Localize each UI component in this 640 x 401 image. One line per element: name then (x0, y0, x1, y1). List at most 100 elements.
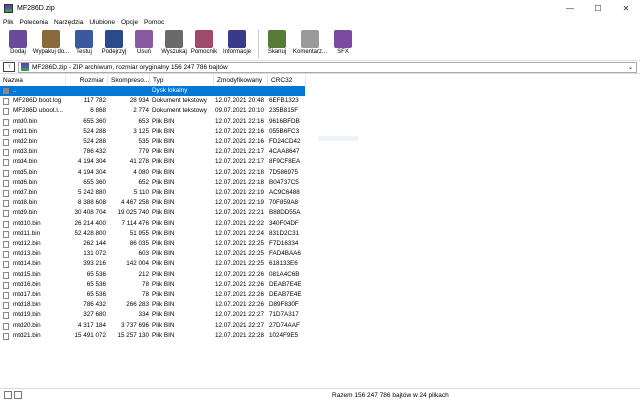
sfx-button[interactable]: SFX (328, 28, 358, 60)
file-size: 117 782 (83, 97, 106, 105)
file-type: Plik BIN (152, 219, 175, 227)
file-name: mtd11.bin (13, 229, 41, 237)
file-type: Plik BIN (152, 178, 175, 186)
maximize-button[interactable]: ☐ (584, 0, 612, 16)
file-row[interactable]: mtd21.bin 15 491 072 15 257 130 Plik BIN 12.… (0, 331, 305, 341)
delete-icon (135, 30, 153, 48)
close-button[interactable]: ✕ (612, 0, 640, 16)
file-row[interactable]: mtd17.bin 65 536 78 Plik BIN 12.07.2021 22:2… (0, 290, 305, 300)
comment-icon (301, 30, 319, 48)
file-type: Plik BIN (152, 148, 175, 156)
file-size: 6 868 (90, 107, 106, 115)
test-icon (75, 30, 93, 48)
menu-ulubione[interactable]: Ulubione (86, 19, 118, 26)
add-button[interactable]: Dodaj (3, 28, 33, 60)
file-row[interactable]: mtd14.bin 393 216 142 004 Plik BIN 12.07.202… (0, 259, 305, 269)
up-folder-button[interactable]: ↑ (3, 62, 15, 72)
column-header-size[interactable]: Rozmiar (66, 75, 108, 85)
file-row[interactable]: mtd7.bin 5 242 880 5 110 Plik BIN 12.07.2021… (0, 188, 305, 198)
file-type: Plik BIN (152, 280, 175, 288)
key-icon (14, 391, 22, 399)
file-row[interactable]: mtd12.bin 262 144 86 035 Plik BIN 12.07.2021… (0, 239, 305, 249)
file-row[interactable]: mtd8.bin 8 388 608 4 467 258 Plik BIN 12.07.… (0, 198, 305, 208)
menu-plik[interactable]: Plik (0, 19, 16, 26)
info-button[interactable]: Informacje (219, 28, 255, 60)
file-type: Plik BIN (152, 158, 175, 166)
file-row[interactable]: mtd10.bin 26 214 400 7 114 476 Plik BIN 12.0… (0, 219, 305, 229)
wizard-button[interactable]: Pomocnik (189, 28, 219, 60)
column-header-name[interactable]: Nazwa (0, 75, 66, 85)
file-row[interactable]: MF286D uboot.l... 6 868 2 774 Dokument teks… (0, 106, 305, 116)
menu-opcje[interactable]: Opcje (118, 19, 141, 26)
file-row[interactable]: MF286D boot.log 117 782 28 934 Dokument tek… (0, 96, 305, 106)
file-crc: 831D2C31 (269, 229, 300, 237)
menu-narzedzia[interactable]: Narzędzia (51, 19, 86, 26)
file-row[interactable]: mtd15.bin 65 536 212 Plik BIN 12.07.2021 22:… (0, 270, 305, 280)
file-type: Plik BIN (152, 168, 175, 176)
file-row[interactable]: mtd9.bin 30 408 704 19 025 740 Plik BIN 12.0… (0, 208, 305, 218)
find-button[interactable]: Wyszukaj (159, 28, 189, 60)
file-crc: DEAB7E4E (269, 291, 302, 298)
file-modified: 12.07.2021 22:16 (215, 117, 265, 125)
file-crc: 6EFB1323 (269, 97, 299, 105)
file-row[interactable]: mtd11.bin 52 428 800 51 955 Plik BIN 12.07.2… (0, 229, 305, 239)
file-name: mtd17.bin (13, 291, 41, 298)
file-modified: 09.07.2021 20:10 (215, 107, 265, 115)
file-type: Plik BIN (152, 229, 175, 237)
file-row[interactable]: mtd3.bin 786 432 779 Plik BIN 12.07.2021 22:… (0, 147, 305, 157)
address-dropdown-icon[interactable]: ⌄ (628, 64, 636, 71)
file-modified: 12.07.2021 22:22 (215, 219, 265, 227)
file-size: 786 432 (83, 301, 106, 309)
file-size (66, 86, 106, 96)
view-button[interactable]: Podejrzyj (99, 28, 129, 60)
file-modified: 12.07.2021 22:27 (215, 321, 265, 329)
file-crc: D89F830F (269, 301, 299, 309)
column-header-modified[interactable]: Zmodyfikowany (214, 75, 268, 85)
file-row[interactable]: mtd18.bin 786 432 266 283 Plik BIN 12.07.202… (0, 300, 305, 310)
file-packed-size: 3 737 696 (120, 321, 149, 329)
file-crc: DEAB7E4E (269, 280, 302, 288)
file-row[interactable]: mtd5.bin 4 194 304 4 080 Plik BIN 12.07.2021… (0, 168, 305, 178)
file-row[interactable]: mtd2.bin 524 288 535 Plik BIN 12.07.2021 22:… (0, 137, 305, 147)
file-crc: 8F9CF8EA (269, 158, 301, 166)
file-type: Plik BIN (152, 117, 175, 125)
view-icon (105, 30, 123, 48)
file-modified (215, 86, 277, 96)
minimize-button[interactable]: — (556, 0, 584, 16)
menu-polecenia[interactable]: Polecenia (16, 19, 51, 26)
address-bar: ↑ MF286D.zip - ZIP archiwum, rozmiar ory… (0, 60, 640, 74)
file-modified: 12.07.2021 22:28 (215, 331, 265, 339)
file-packed-size: 266 283 (126, 301, 149, 309)
column-header-crc[interactable]: CRC32 (268, 75, 306, 85)
file-packed-size: 78 (141, 291, 149, 298)
file-row[interactable]: mtd19.bin 327 680 334 Plik BIN 12.07.2021 22… (0, 310, 305, 320)
file-modified: 12.07.2021 22:19 (215, 199, 265, 207)
extract-to-button[interactable]: Wypakuj do... (33, 28, 69, 60)
window-title: MF286D.zip (17, 4, 55, 12)
file-crc: 4CAA8647 (269, 148, 300, 156)
scan-button[interactable]: Skanuj (262, 28, 292, 60)
status-bar: Razem 156 247 786 bajtów w 24 plikach (0, 388, 640, 401)
file-packed-size: 603 (138, 250, 149, 258)
address-field[interactable]: MF286D.zip - ZIP archiwum, rozmiar orygi… (18, 61, 637, 73)
file-row[interactable]: mtd1.bin 524 288 3 125 Plik BIN 12.07.2021 2… (0, 127, 305, 137)
menu-pomoc[interactable]: Pomoc (141, 19, 167, 26)
file-row[interactable]: mtd4.bin 4 194 304 41 278 Plik BIN 12.07.202… (0, 157, 305, 167)
file-modified: 12.07.2021 22:27 (215, 311, 265, 319)
comment-button[interactable]: Komentarz... (292, 28, 328, 60)
parent-folder-row[interactable]: .. Dysk lokalny (0, 86, 305, 97)
file-row[interactable]: mtd13.bin 131 072 603 Plik BIN 12.07.2021 22… (0, 249, 305, 259)
delete-button[interactable]: Usuń (129, 28, 159, 60)
file-size: 4 194 304 (77, 168, 106, 176)
file-row[interactable]: mtd6.bin 655 360 652 Plik BIN 12.07.2021 22:… (0, 178, 305, 188)
column-header-type[interactable]: Typ (150, 75, 214, 85)
file-crc: FD24CD42 (269, 138, 301, 145)
column-header-packed[interactable]: Skompreso... (108, 75, 150, 85)
test-button[interactable]: Testuj (69, 28, 99, 60)
file-packed-size: 15 257 130 (117, 331, 149, 339)
file-row[interactable]: mtd0.bin 655 360 653 Plik BIN 12.07.2021 22:… (0, 117, 305, 127)
file-row[interactable]: mtd16.bin 65 536 78 Plik BIN 12.07.2021 22:2… (0, 280, 305, 290)
file-type: Plik BIN (152, 311, 175, 319)
file-row[interactable]: mtd20.bin 4 317 184 3 737 696 Plik BIN 12.07… (0, 321, 305, 331)
file-type: Plik BIN (152, 250, 175, 258)
